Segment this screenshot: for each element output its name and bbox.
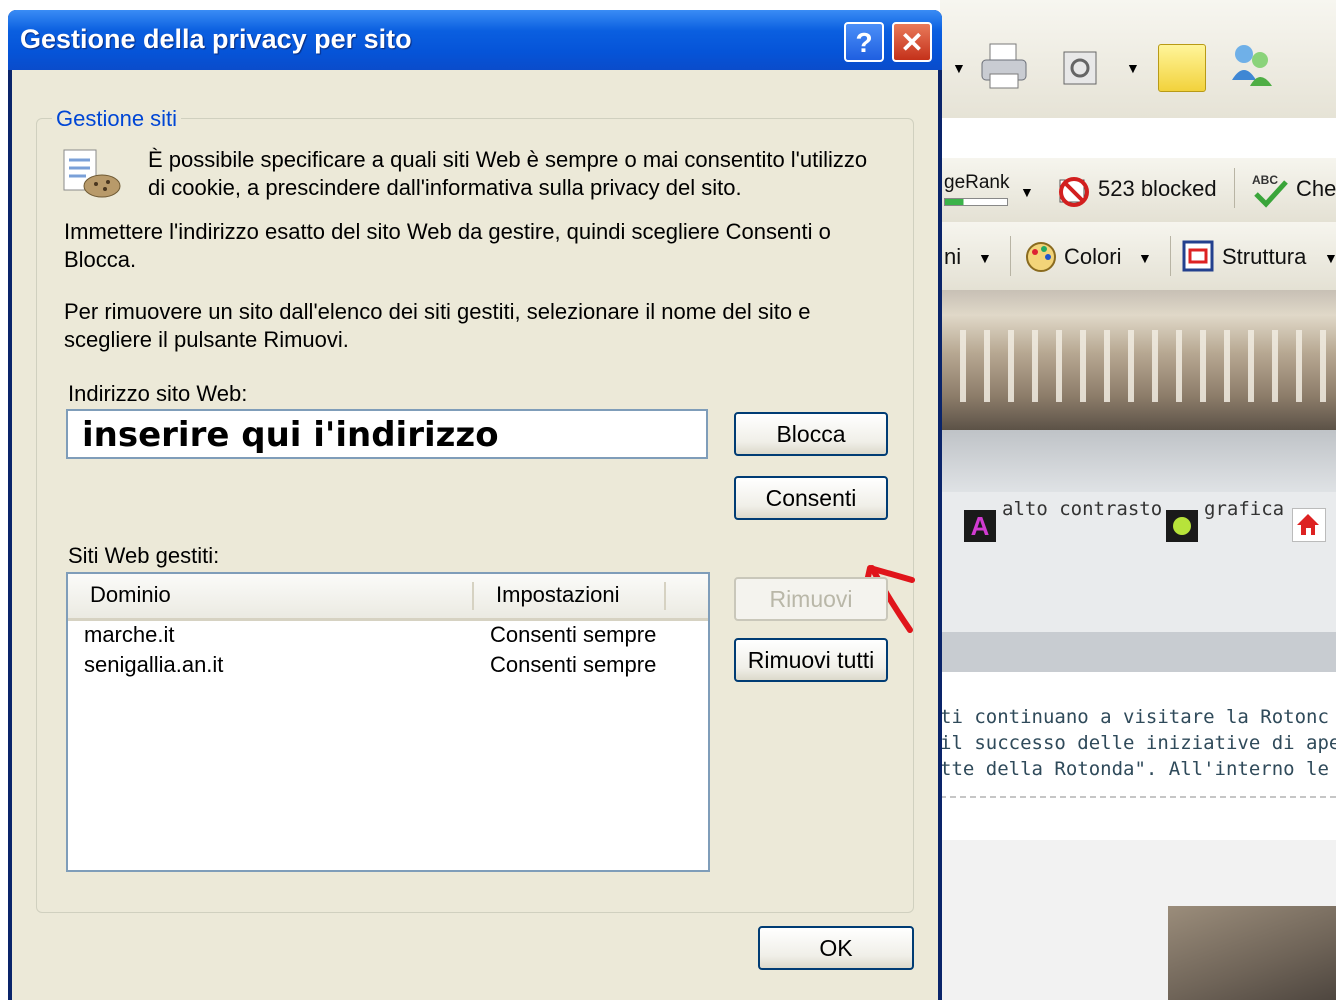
group-label: Gestione siti <box>52 106 182 132</box>
ok-button[interactable]: OK <box>758 926 914 970</box>
close-icon: ✕ <box>900 27 924 58</box>
column-separator[interactable] <box>664 582 666 610</box>
remove-all-button[interactable]: Rimuovi tutti <box>734 638 888 682</box>
toolbar-separator <box>1010 236 1011 276</box>
colori-menu[interactable]: Colori <box>1064 244 1121 270</box>
courtyard-photo <box>1168 906 1336 1000</box>
list-item[interactable]: marche.it Consenti sempre <box>68 622 708 652</box>
messenger-icon[interactable] <box>1226 40 1278 92</box>
site-address-value: inserire qui i'indirizzo <box>82 415 499 455</box>
article-line: tte della Rotonda". All'interno le <box>940 758 1329 780</box>
popup-blocker-icon[interactable] <box>1056 174 1092 210</box>
dropdown-arrow-icon[interactable]: ▼ <box>1324 250 1336 266</box>
background-browser-window: ▼ ▼ geRank ▼ 523 blocked ABC Che ni ▼ Co… <box>940 0 1336 1000</box>
blocked-count-label: 523 blocked <box>1098 176 1217 201</box>
contrast-icon[interactable]: A <box>964 510 996 542</box>
svg-text:ABC: ABC <box>1252 173 1278 187</box>
pagerank-bar <box>944 198 1008 206</box>
help-button[interactable]: ? <box>844 22 884 62</box>
google-toolbar: geRank ▼ 523 blocked ABC Che <box>940 158 1336 223</box>
allow-button[interactable]: Consenti <box>734 476 888 520</box>
spellcheck-label[interactable]: Che <box>1296 176 1336 202</box>
note-icon[interactable] <box>1158 44 1206 92</box>
remove-instruction-text: Per rimuovere un sito dall'elenco dei si… <box>64 299 811 352</box>
dropdown-arrow-icon[interactable]: ▼ <box>1138 250 1152 266</box>
address-label: Indirizzo sito Web: <box>68 381 248 406</box>
dialog-title: Gestione della privacy per sito <box>20 24 412 54</box>
setting-cell: Consenti sempre <box>490 622 657 647</box>
block-button[interactable]: Blocca <box>734 412 888 456</box>
dropdown-arrow-icon[interactable]: ▼ <box>978 250 992 266</box>
graphics-icon[interactable] <box>1166 510 1198 542</box>
cookie-icon <box>63 149 121 198</box>
address-bar-area[interactable] <box>940 118 1336 159</box>
list-item[interactable]: senigallia.an.it Consenti sempre <box>68 652 708 682</box>
column-separator[interactable] <box>472 582 474 610</box>
managed-sites-list[interactable]: Dominio Impostazioni marche.it Consenti … <box>66 572 710 872</box>
setting-cell: Consenti sempre <box>490 652 657 677</box>
struttura-menu[interactable]: Struttura <box>1222 244 1306 270</box>
section-band <box>940 632 1336 672</box>
web-developer-toolbar: ni ▼ Colori ▼ Struttura ▼ <box>940 222 1336 291</box>
dropdown-arrow-icon[interactable]: ▼ <box>1126 60 1140 76</box>
divider <box>940 796 1336 798</box>
print-icon[interactable] <box>978 40 1032 94</box>
link-alto-contrasto[interactable]: alto contrasto <box>1002 498 1162 520</box>
column-settings[interactable]: Impostazioni <box>496 582 620 608</box>
list-header: Dominio Impostazioni <box>68 574 708 621</box>
spellcheck-icon[interactable]: ABC <box>1250 170 1290 210</box>
nav-band <box>940 430 1336 492</box>
palette-icon <box>1026 242 1056 272</box>
browser-toolbar: ▼ ▼ <box>940 0 1336 119</box>
structure-icon <box>1182 240 1214 272</box>
dialog-titlebar[interactable]: Gestione della privacy per sito ? ✕ <box>8 10 942 70</box>
privacy-dialog: Gestione della privacy per sito ? ✕ Gest… <box>8 10 942 1000</box>
menu-fragment-label[interactable]: ni <box>944 244 961 270</box>
managed-sites-label: Siti Web gestiti: <box>68 543 220 568</box>
link-grafica[interactable]: grafica <box>1204 498 1284 520</box>
domain-cell: marche.it <box>84 622 175 647</box>
toolbar-separator <box>1170 236 1171 276</box>
domain-cell: senigallia.an.it <box>84 652 224 677</box>
dialog-body: Gestione siti È possibile specificare a … <box>12 70 938 1000</box>
header-photo <box>940 290 1336 430</box>
instruction-text: Immettere l'indirizzo esatto del sito We… <box>64 219 831 272</box>
article-line: ti continuano a visitare la Rotonc <box>940 706 1329 728</box>
close-button[interactable]: ✕ <box>892 22 932 62</box>
article-line: il successo delle iniziative di ape <box>940 732 1336 754</box>
article-text: ti continuano a visitare la Rotonc il su… <box>940 672 1336 840</box>
toolbar-separator <box>1234 168 1235 208</box>
accessibility-links: A alto contrasto grafica <box>940 492 1336 632</box>
column-domain[interactable]: Dominio <box>90 582 171 608</box>
site-address-input[interactable]: inserire qui i'indirizzo <box>66 409 708 459</box>
dropdown-arrow-icon[interactable]: ▼ <box>952 60 966 76</box>
remove-button[interactable]: Rimuovi <box>734 577 888 621</box>
pagerank-label: geRank <box>944 172 1010 193</box>
help-icon: ? <box>855 27 873 58</box>
research-icon[interactable] <box>1060 48 1100 88</box>
intro-text: È possibile specificare a quali siti Web… <box>148 147 868 200</box>
home-icon[interactable] <box>1292 508 1326 542</box>
dropdown-arrow-icon[interactable]: ▼ <box>1020 184 1034 200</box>
